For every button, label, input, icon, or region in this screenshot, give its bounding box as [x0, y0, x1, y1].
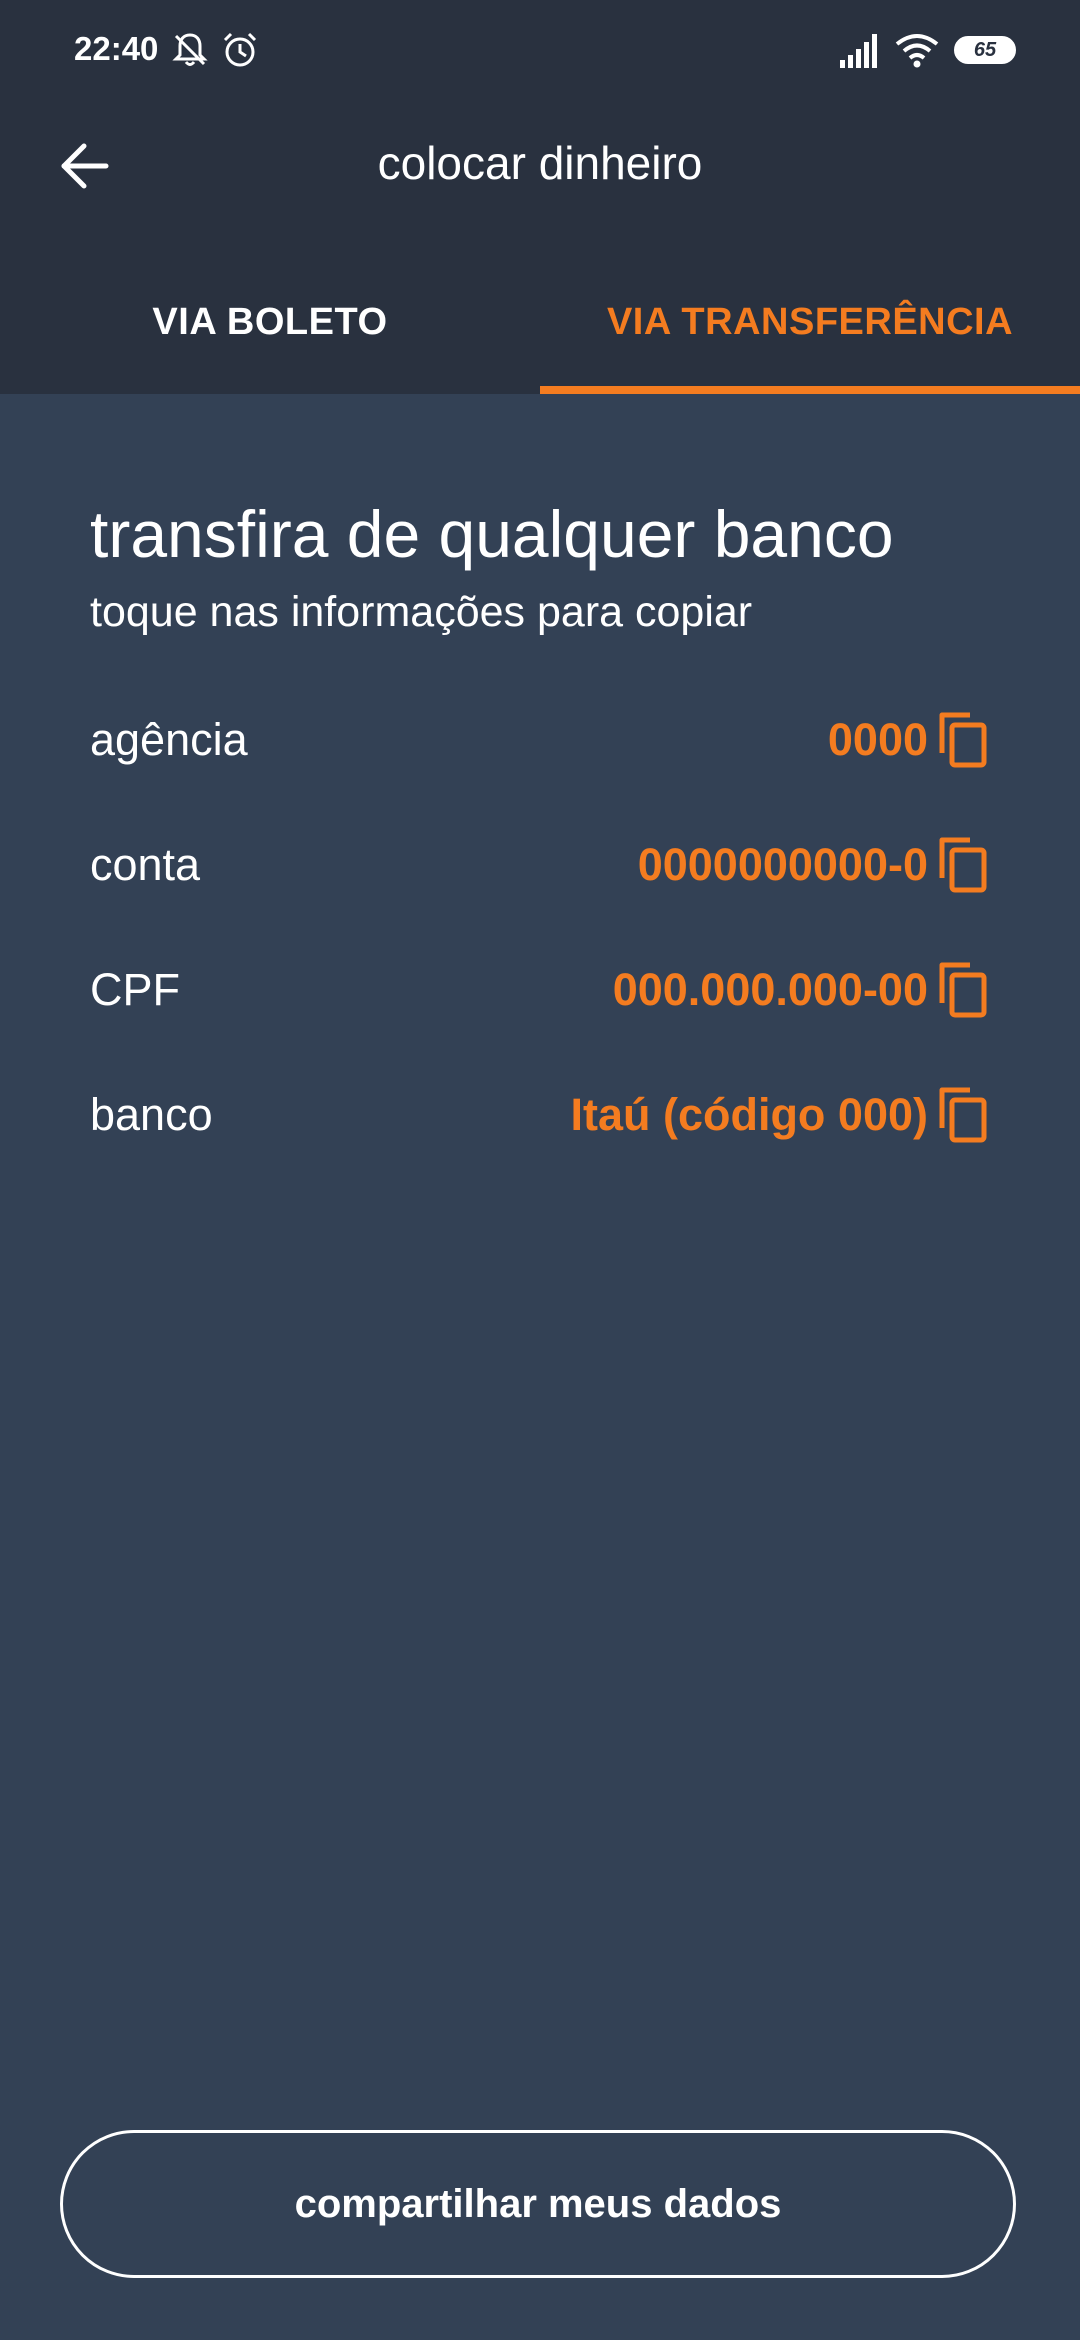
info-label: CPF [90, 964, 180, 1015]
copy-icon[interactable] [936, 711, 990, 769]
alarm-icon [223, 32, 257, 67]
info-value: 000.000.000-00 [612, 964, 928, 1015]
info-row-banco[interactable]: banco Itaú (código 000) [90, 1075, 990, 1155]
wifi-icon [895, 34, 939, 68]
info-row-agencia[interactable]: agência 0000 [90, 700, 990, 780]
copy-icon[interactable] [936, 836, 990, 894]
bell-off-icon [172, 33, 208, 66]
info-label: banco [90, 1089, 213, 1140]
info-row-conta[interactable]: conta 0000000000-0 [90, 825, 990, 905]
battery-icon: 65 [954, 36, 1016, 64]
info-label: agência [90, 714, 248, 765]
page-title: colocar dinheiro [377, 137, 703, 189]
tab-via-transferencia[interactable]: VIA TRANSFERÊNCIA [540, 250, 1080, 394]
active-tab-indicator [540, 386, 1080, 394]
copy-icon[interactable] [936, 1086, 990, 1144]
section-heading: transfira de qualquer banco [90, 497, 894, 571]
info-value: Itaú (código 000) [570, 1089, 928, 1140]
tab-via-boleto[interactable]: VIA BOLETO [0, 250, 540, 394]
section-subheading: toque nas informações para copiar [90, 588, 753, 636]
info-value: 0000000000-0 [637, 839, 928, 890]
battery-level: 65 [973, 38, 997, 61]
status-bar: 22:40 65 [0, 0, 1080, 104]
signal-icon [840, 34, 877, 68]
share-data-button[interactable]: compartilhar meus dados [60, 2130, 1016, 2278]
copy-icon[interactable] [936, 961, 990, 1019]
info-label: conta [90, 839, 201, 890]
info-row-cpf[interactable]: CPF 000.000.000-00 [90, 950, 990, 1030]
status-time: 22:40 [74, 30, 159, 67]
info-value: 0000 [827, 714, 928, 765]
